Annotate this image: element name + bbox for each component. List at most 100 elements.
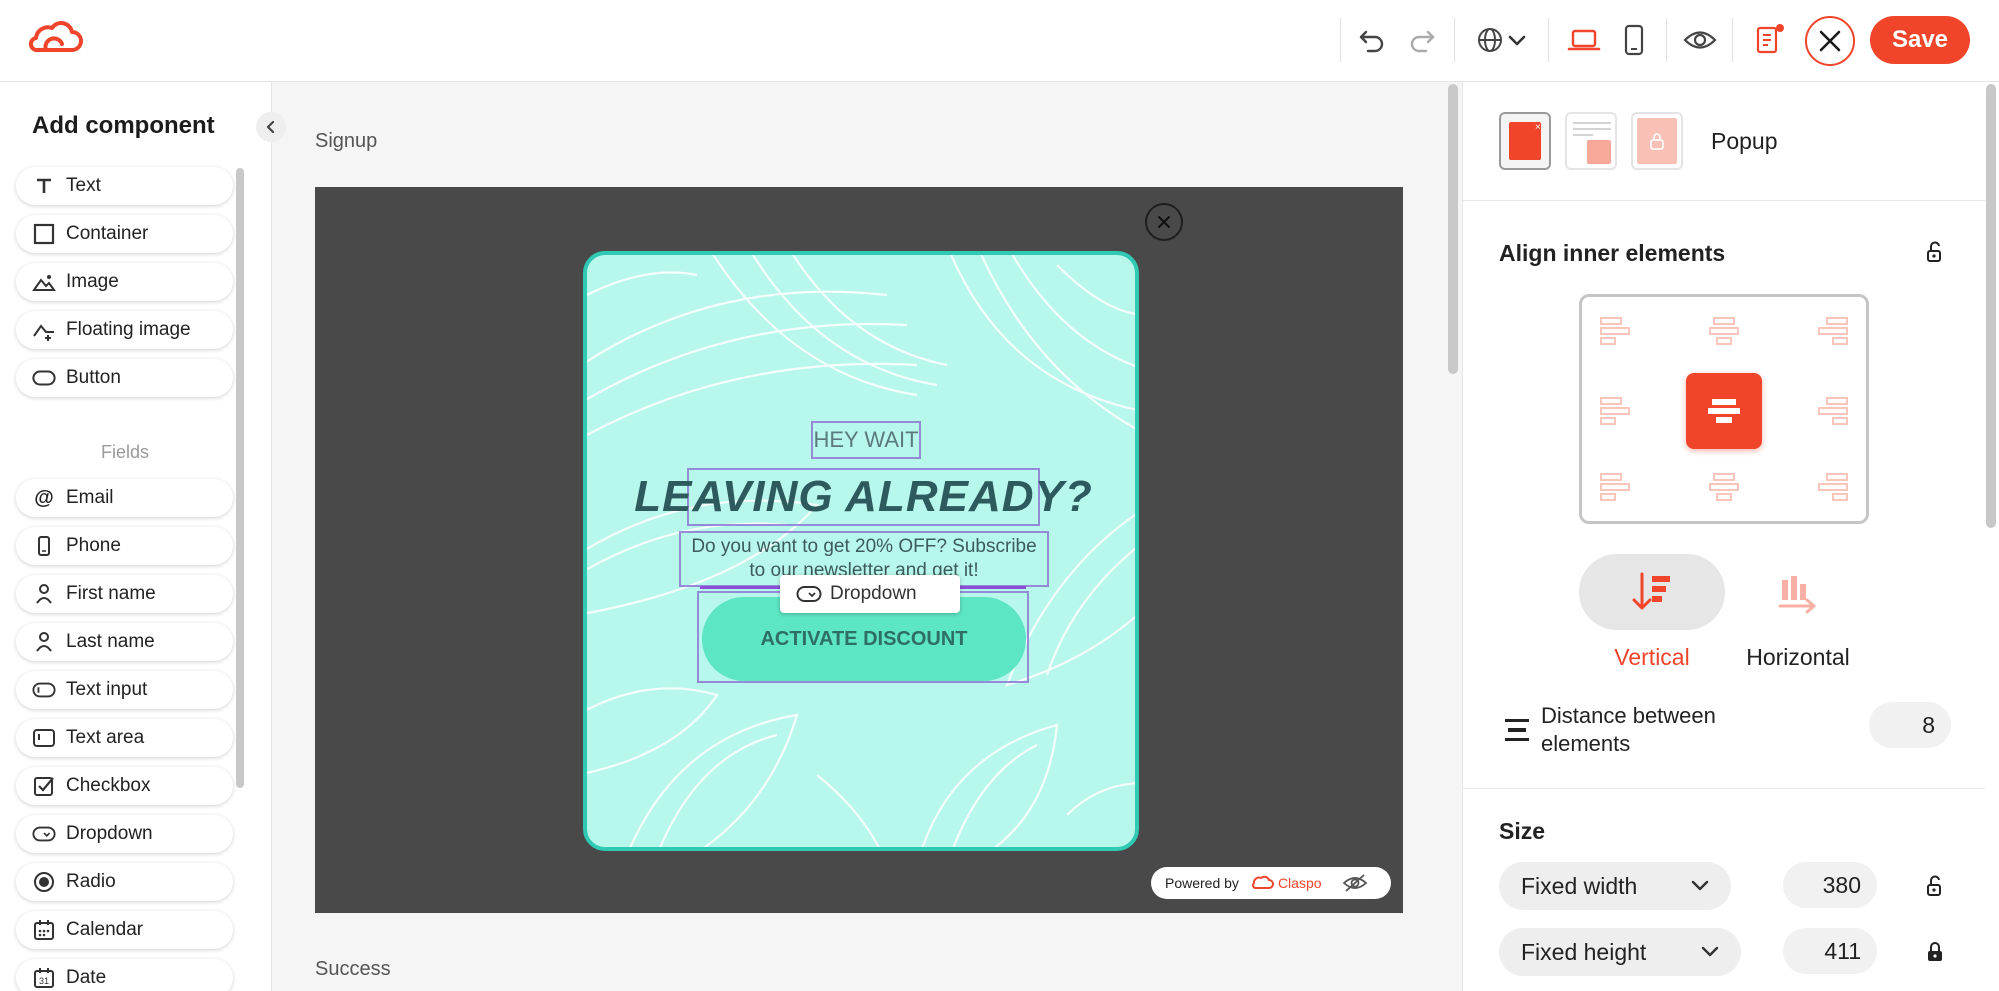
popup-stage[interactable]: HEY WAIT LEAVING ALREADY? Do you want to… <box>315 187 1403 913</box>
signup-section-label: Signup <box>315 130 378 152</box>
field-text-input[interactable]: Text input <box>16 671 233 709</box>
height-input[interactable]: 411 <box>1783 928 1877 974</box>
close-editor-button[interactable] <box>1805 16 1855 66</box>
component-label: Image <box>66 271 119 292</box>
drag-tag-label: Dropdown <box>830 583 917 604</box>
lock-icon[interactable] <box>1923 940 1947 964</box>
editor-canvas: Signup HEY WAIT LEAVING ALREADY? Do you … <box>272 82 1462 991</box>
brand-name: Claspo <box>1277 875 1322 891</box>
width-input[interactable]: 380 <box>1783 862 1877 908</box>
horizontal-layout-icon <box>1778 576 1816 614</box>
close-icon <box>1158 216 1170 228</box>
calendar-icon <box>32 918 56 942</box>
person-icon <box>32 582 56 606</box>
dragged-dropdown-tag[interactable]: Dropdown <box>780 575 960 613</box>
component-label: Email <box>66 487 114 508</box>
popup-type-floating-thumb[interactable] <box>1565 112 1617 170</box>
align-top-right[interactable] <box>1812 311 1852 351</box>
close-icon <box>1819 30 1841 52</box>
component-label: Date <box>66 967 107 988</box>
popup-type-popup-thumb[interactable]: × <box>1499 112 1551 170</box>
direction-horizontal-button[interactable] <box>1725 554 1871 630</box>
align-top-left[interactable] <box>1596 311 1636 351</box>
text-area-icon <box>32 726 56 750</box>
component-label: First name <box>66 583 156 604</box>
align-middle-center[interactable] <box>1686 373 1762 449</box>
toolbar-separator <box>1340 18 1341 62</box>
direction-vertical-button[interactable] <box>1579 554 1725 630</box>
sidebar-scrollbar[interactable] <box>236 168 244 788</box>
popup-type-locked-thumb[interactable] <box>1631 112 1683 170</box>
dropdown-icon <box>32 822 56 846</box>
field-checkbox[interactable]: Checkbox <box>16 767 233 805</box>
component-label: Text area <box>66 727 145 748</box>
popup-close-button[interactable] <box>1145 203 1183 241</box>
align-section-title: Align inner elements <box>1499 240 1726 266</box>
svg-text:31: 31 <box>39 976 49 986</box>
field-email[interactable]: @ Email <box>16 479 233 517</box>
popup-container[interactable]: HEY WAIT LEAVING ALREADY? Do you want to… <box>583 251 1139 851</box>
unlock-icon[interactable] <box>1923 240 1947 264</box>
height-mode-select[interactable]: Fixed height <box>1499 928 1741 976</box>
field-phone[interactable]: Phone <box>16 527 233 565</box>
field-radio[interactable]: Radio <box>16 863 233 901</box>
chevron-down-icon[interactable] <box>1502 18 1532 62</box>
laptop-icon[interactable] <box>1562 18 1606 62</box>
width-mode-select[interactable]: Fixed width <box>1499 862 1731 910</box>
logo-icon[interactable] <box>28 20 84 56</box>
claspo-logo-icon <box>1252 875 1274 889</box>
component-image[interactable]: Image <box>16 263 233 301</box>
align-middle-right[interactable] <box>1812 391 1852 431</box>
mobile-icon[interactable] <box>1612 18 1656 62</box>
sidebar-title: Add component <box>32 112 215 139</box>
field-first-name[interactable]: First name <box>16 575 233 613</box>
eye-off-icon[interactable] <box>1342 873 1368 893</box>
component-label: Last name <box>66 631 155 652</box>
undo-icon[interactable] <box>1350 18 1394 62</box>
field-dropdown[interactable]: Dropdown <box>16 815 233 853</box>
save-button[interactable]: Save <box>1870 16 1970 64</box>
eye-icon[interactable] <box>1678 18 1722 62</box>
chevron-down-icon <box>1691 880 1709 891</box>
align-bottom-right[interactable] <box>1812 467 1852 507</box>
component-container[interactable]: Container <box>16 215 233 253</box>
component-button[interactable]: Button <box>16 359 233 397</box>
canvas-scrollbar[interactable] <box>1448 84 1458 374</box>
phone-icon <box>32 534 56 558</box>
collapse-sidebar-button[interactable] <box>256 112 286 142</box>
chevron-down-icon <box>1701 946 1719 957</box>
distance-label: Distance between elements <box>1541 703 1716 756</box>
component-label: Text <box>66 175 101 196</box>
component-label: Phone <box>66 535 121 556</box>
align-bottom-left[interactable] <box>1596 467 1636 507</box>
panel-scrollbar[interactable] <box>1986 84 1996 528</box>
popup-kicker[interactable]: HEY WAIT <box>811 421 921 459</box>
spacing-icon <box>1505 719 1529 741</box>
success-section-label: Success <box>315 958 391 980</box>
popup-headline[interactable]: LEAVING ALREADY? <box>634 468 1092 526</box>
dropdown-icon <box>796 585 822 603</box>
unlock-icon[interactable] <box>1923 874 1947 898</box>
field-last-name[interactable]: Last name <box>16 623 233 661</box>
align-middle-left[interactable] <box>1596 391 1636 431</box>
checklist-icon[interactable] <box>1746 18 1790 62</box>
alignment-grid <box>1579 294 1869 524</box>
properties-panel: × Popup Align inner elements Vertical Ho… <box>1462 82 1999 991</box>
align-top-center[interactable] <box>1704 311 1744 351</box>
image-icon <box>32 270 56 294</box>
field-date[interactable]: 31 Date <box>16 959 233 991</box>
align-bottom-center[interactable] <box>1704 467 1744 507</box>
field-text-area[interactable]: Text area <box>16 719 233 757</box>
distance-input[interactable]: 8 <box>1869 702 1951 748</box>
component-floating-image[interactable]: Floating image <box>16 311 233 349</box>
size-section-title: Size <box>1499 818 1546 844</box>
redo-icon[interactable] <box>1400 18 1444 62</box>
person-icon <box>32 630 56 654</box>
floating-image-icon <box>32 318 56 342</box>
powered-by-badge[interactable]: Powered by Claspo <box>1151 867 1391 899</box>
square-icon <box>32 222 56 246</box>
field-calendar[interactable]: Calendar <box>16 911 233 949</box>
component-label: Button <box>66 367 121 388</box>
component-label: Checkbox <box>66 775 151 796</box>
component-text[interactable]: Text <box>16 167 233 205</box>
